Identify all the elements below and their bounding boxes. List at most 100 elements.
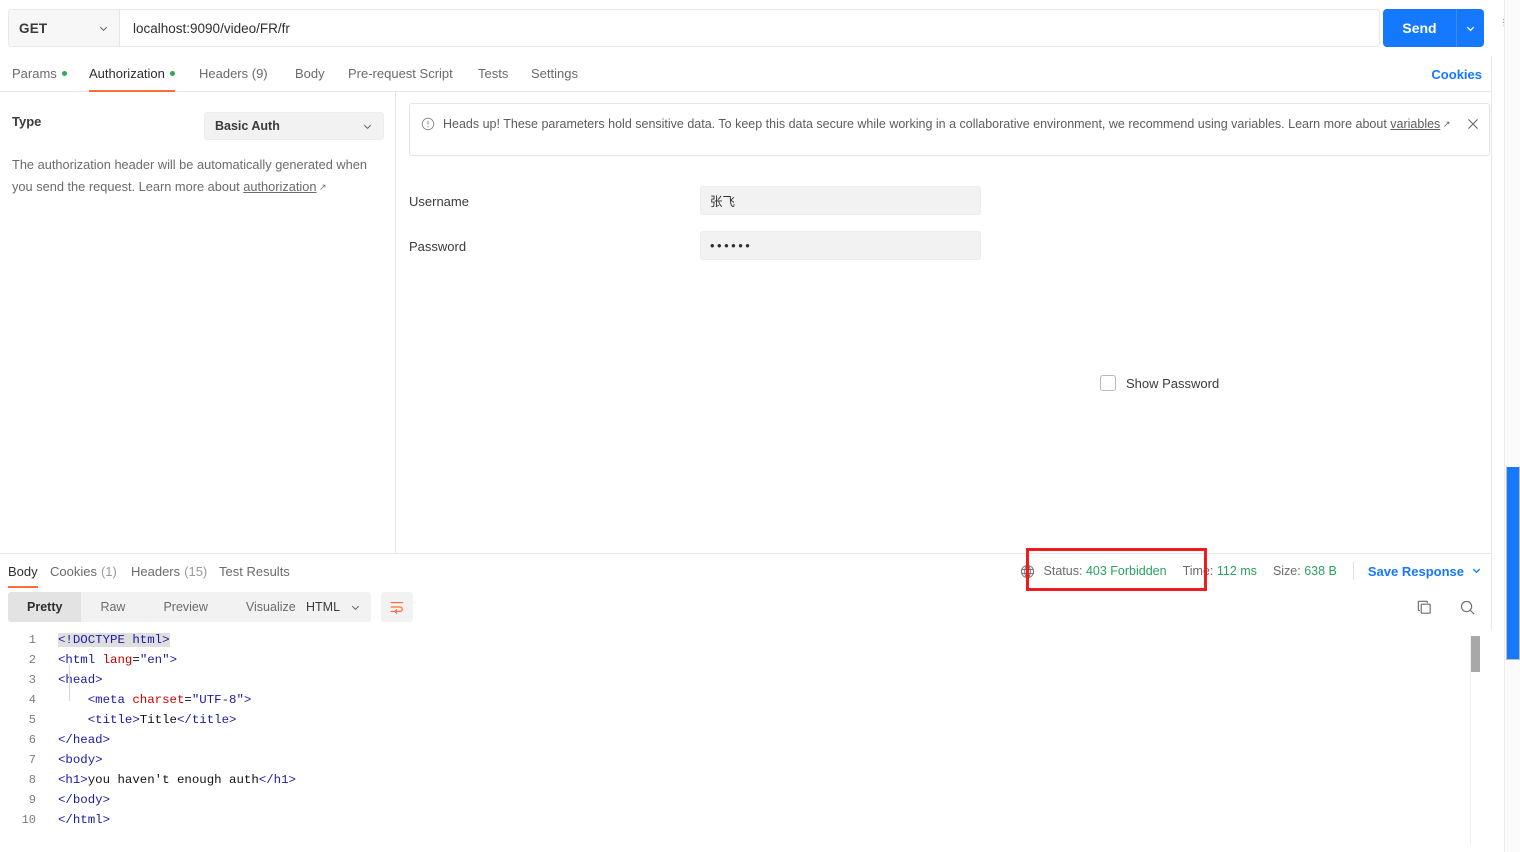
chevron-down-icon: [1471, 564, 1482, 579]
chevron-down-icon: [350, 602, 361, 613]
code-token: "UTF-8": [191, 693, 244, 707]
code-token: <body>: [58, 753, 103, 767]
code-token: >: [243, 693, 252, 707]
tab-tests[interactable]: Tests: [478, 56, 508, 92]
view-mode-preview[interactable]: Preview: [144, 592, 226, 622]
request-tab-bar: Params Authorization Headers (9) Body Pr…: [0, 56, 1492, 92]
auth-config-panel: Type Basic Auth The authorization header…: [0, 92, 396, 553]
divider: [1352, 562, 1354, 580]
tab-label: Headers (9): [199, 65, 268, 81]
chevron-down-icon: [362, 121, 373, 132]
url-bar: GET localhost:9090/video/FR/fr Send: [0, 0, 1492, 56]
tab-body[interactable]: Body: [295, 56, 325, 92]
send-button-group: Send: [1383, 9, 1484, 47]
tab-label: Test Results: [219, 563, 290, 579]
response-status-bar: Status: 403 Forbidden Time: 112 ms Size:…: [1020, 554, 1482, 588]
auth-type-select[interactable]: Basic Auth: [204, 112, 384, 140]
tab-label: Settings: [531, 65, 578, 81]
show-password-checkbox[interactable]: [1100, 375, 1116, 391]
code-token: <!DOCTYPE html>: [58, 633, 170, 647]
language-select[interactable]: HTML: [296, 592, 371, 622]
size-value: 638 B: [1304, 564, 1337, 578]
line-source: <body>: [46, 750, 297, 770]
view-mode-raw[interactable]: Raw: [81, 592, 144, 622]
code-token: </h1>: [258, 773, 296, 787]
auth-type-label: Type: [12, 114, 42, 129]
view-mode-pretty[interactable]: Pretty: [8, 592, 82, 622]
send-options-button[interactable]: [1456, 9, 1484, 47]
username-input[interactable]: 张飞: [700, 186, 981, 215]
line-number: 9: [28, 793, 36, 807]
tab-params[interactable]: Params: [12, 56, 67, 92]
response-body-toolbar: Pretty Raw Preview Visualize HTML: [0, 592, 1492, 628]
auth-form-panel: Heads up! These parameters hold sensitiv…: [396, 92, 1492, 553]
banner-sentence: Heads up! These parameters hold sensitiv…: [443, 117, 1391, 131]
line-number: 7: [28, 753, 36, 767]
tab-label: Params: [12, 65, 57, 81]
http-method-value: GET: [19, 20, 48, 36]
tab-headers[interactable]: Headers (9): [199, 56, 268, 92]
window-scrollbar-track[interactable]: [1504, 0, 1520, 852]
code-line: 6 </head>: [0, 730, 297, 750]
globe-icon: [1020, 564, 1035, 579]
code-line: 10 </html>: [0, 810, 297, 830]
line-number: 6: [28, 733, 36, 747]
cookies-link[interactable]: Cookies: [1431, 56, 1482, 92]
show-password-toggle[interactable]: Show Password: [1100, 375, 1219, 391]
tab-pre-request-script[interactable]: Pre-request Script: [348, 56, 453, 92]
authorization-docs-link[interactable]: authorization: [243, 179, 316, 194]
auth-help-text: The authorization header will be automat…: [12, 154, 378, 198]
close-icon[interactable]: [1466, 117, 1480, 131]
response-tab-test-results[interactable]: Test Results: [219, 554, 290, 588]
code-token: =: [132, 653, 140, 667]
response-tab-body[interactable]: Body: [8, 554, 38, 588]
word-wrap-icon[interactable]: [381, 592, 413, 622]
external-link-icon: ↗: [316, 182, 327, 192]
response-body-code[interactable]: 1 <!DOCTYPE html> 2 <html lang="en"> 3 <head>…: [0, 630, 1492, 852]
time-item: Time: 112 ms: [1183, 564, 1257, 578]
tab-label: Tests: [478, 65, 509, 81]
copy-icon[interactable]: [1416, 599, 1433, 616]
time-value: 112 ms: [1216, 564, 1257, 578]
url-input[interactable]: localhost:9090/video/FR/fr: [119, 9, 1380, 47]
banner-message: Heads up! These parameters hold sensitiv…: [443, 115, 1453, 134]
code-line: 2 <html lang="en">: [0, 650, 297, 670]
code-token: <title>: [58, 713, 140, 727]
line-number: 8: [28, 773, 36, 787]
unsaved-dot-icon: [61, 70, 67, 76]
tab-settings[interactable]: Settings: [531, 56, 578, 92]
line-source: <html lang="en">: [46, 650, 297, 670]
code-scrollbar-thumb[interactable]: [1471, 636, 1480, 672]
time-label: Time:: [1182, 564, 1214, 578]
password-input[interactable]: ••••••: [700, 231, 981, 260]
language-value: HTML: [306, 600, 341, 614]
code-token: lang: [102, 653, 133, 667]
window-scrollbar-thumb[interactable]: [1506, 466, 1520, 660]
code-token: you haven't enough auth: [87, 773, 259, 787]
code-token: </title>: [176, 713, 237, 727]
tab-label: Cookies: [50, 563, 97, 579]
code-token: >: [169, 653, 177, 667]
search-icon[interactable]: [1459, 599, 1476, 616]
chevron-down-icon: [98, 23, 109, 34]
code-line: 3 <head>: [0, 670, 297, 690]
tab-label: Body: [8, 563, 38, 579]
code-token: <head>: [58, 673, 103, 687]
save-response-button[interactable]: Save Response: [1368, 564, 1482, 579]
line-source: <head>: [46, 670, 297, 690]
tab-label: Body: [295, 65, 325, 81]
response-tab-cookies[interactable]: Cookies (1): [50, 554, 117, 588]
indent-guide: [69, 665, 70, 701]
code-line: 5 <title>Title</title>: [0, 710, 297, 730]
variables-docs-link[interactable]: variables: [1390, 117, 1440, 131]
tab-authorization[interactable]: Authorization: [89, 56, 175, 92]
line-source: <h1>you haven't enough auth</h1>: [46, 770, 297, 790]
http-method-select[interactable]: GET: [8, 9, 119, 47]
unsaved-dot-icon: [169, 70, 175, 76]
password-masked-value: ••••••: [710, 238, 753, 253]
size-item: Size: 638 B: [1273, 564, 1337, 578]
response-tab-headers[interactable]: Headers (15): [131, 554, 207, 588]
response-tab-bar: Body Cookies (1) Headers (15) Test Results…: [0, 553, 1492, 588]
chevron-down-icon: [1466, 26, 1475, 31]
send-button[interactable]: Send: [1383, 9, 1456, 47]
